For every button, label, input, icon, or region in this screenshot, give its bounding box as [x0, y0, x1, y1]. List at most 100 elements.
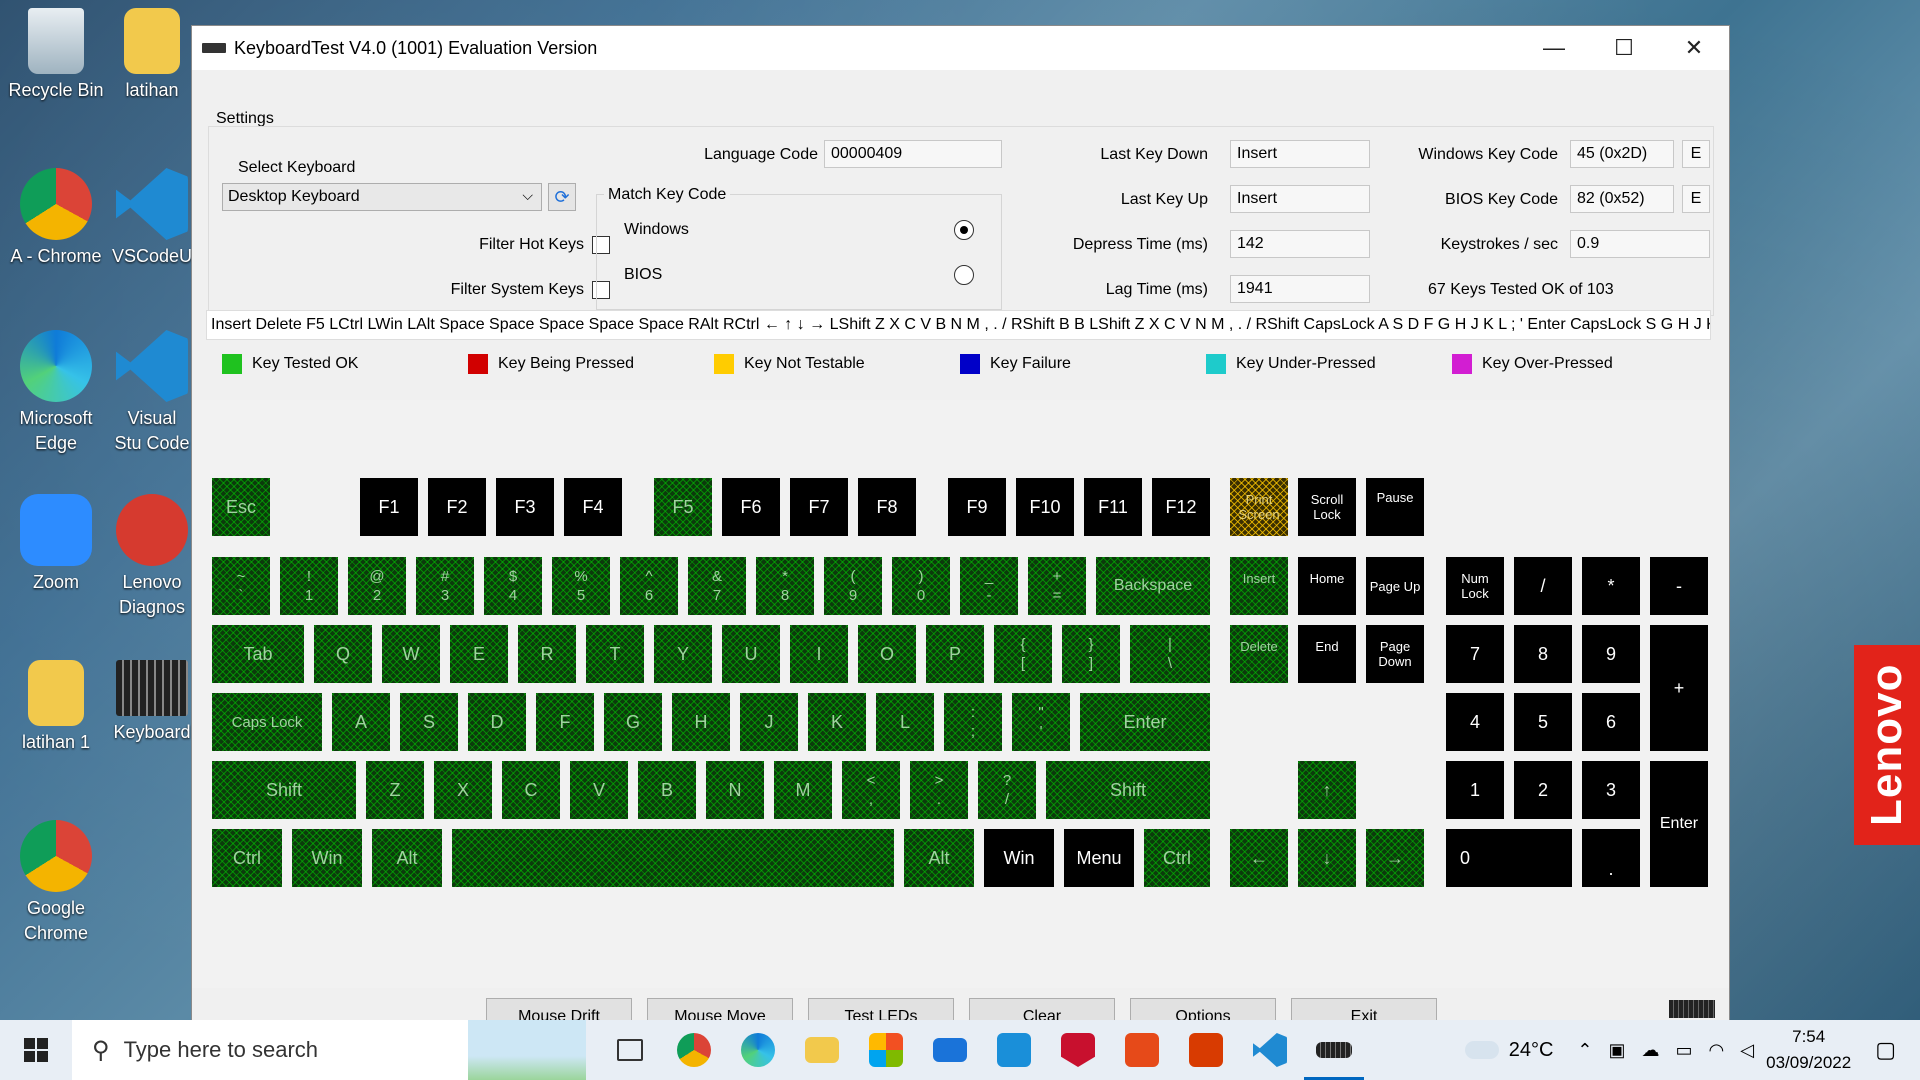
key-f2: F2	[428, 478, 486, 536]
weather-temperature[interactable]: 24°C	[1509, 1039, 1554, 1062]
taskbar-lenovo-vantage[interactable]	[982, 1020, 1046, 1080]
key-arrow-right: →	[1366, 829, 1424, 887]
last-key-up-field: Insert	[1230, 185, 1370, 213]
key-e: E	[450, 625, 508, 683]
language-code-field[interactable]: 00000409	[824, 140, 1002, 168]
keyboard-select[interactable]: Desktop Keyboard ⌵	[222, 183, 542, 211]
onedrive-icon[interactable]: ☁	[1642, 1040, 1660, 1061]
chevron-up-icon[interactable]: ⌃	[1577, 1040, 1592, 1061]
taskbar-office[interactable]	[1110, 1020, 1174, 1080]
vscode-icon	[116, 330, 188, 402]
bios-key-code-label: BIOS Key Code	[1445, 191, 1558, 208]
legend-label: Key Over-Pressed	[1482, 355, 1613, 372]
vscode-studio-icon[interactable]: Visual Stu Code	[112, 330, 192, 456]
system-tray: 24°C ⌃ ▣ ☁ ▭ ◠ ◁ 7:54 03/09/2022 ▢	[1464, 1020, 1920, 1080]
close-button[interactable]: ✕	[1659, 26, 1729, 70]
key-shift-char: }	[1088, 636, 1094, 653]
edge-icon	[20, 330, 92, 402]
bios-key-code-field: 82 (0x52)	[1570, 185, 1674, 213]
notifications-icon[interactable]: ▢	[1875, 1037, 1896, 1063]
google-chrome-icon[interactable]: Google Chrome	[2, 820, 110, 946]
zoom-shortcut-icon[interactable]: Zoom	[2, 494, 110, 595]
key-lbracket: {[	[994, 625, 1052, 683]
taskbar-chrome[interactable]	[662, 1020, 726, 1080]
minimize-button[interactable]: —	[1519, 26, 1589, 70]
task-view-button[interactable]	[598, 1020, 662, 1080]
key-kp-minus: -	[1650, 557, 1708, 615]
key-8: * 8	[756, 557, 814, 615]
match-key-code-group	[596, 194, 1002, 310]
taskbar-vscode[interactable]	[1238, 1020, 1302, 1080]
key-kp-8: 8	[1514, 625, 1572, 683]
key-shift-char: +	[1052, 568, 1062, 585]
settings-panel: Settings Select Keyboard Desktop Keyboar…	[208, 86, 1714, 316]
key-f10: F10	[1016, 478, 1074, 536]
maximize-button[interactable]: ☐	[1589, 26, 1659, 70]
key-f8: F8	[858, 478, 916, 536]
key-insert: Insert	[1230, 557, 1288, 615]
recycle-bin-icon[interactable]: Recycle Bin	[2, 8, 110, 103]
chrome-profile-icon[interactable]: A - Chrome	[2, 168, 110, 269]
key-esc: Esc	[212, 478, 270, 536]
legend-swatch	[960, 354, 980, 374]
key-char: -	[986, 587, 992, 604]
key-f7: F7	[790, 478, 848, 536]
taskbar-keyboardtest[interactable]	[1302, 1020, 1366, 1080]
desktop-icon-label: Keyboard	[113, 722, 191, 742]
windows-radio[interactable]	[954, 220, 974, 240]
lenovo-diagnostics-icon[interactable]: Lenovo Diagnos	[112, 494, 192, 620]
keyboardtest-window: KeyboardTest V4.0 (1001) Evaluation Vers…	[191, 25, 1730, 1025]
key-kp-7: 7	[1446, 625, 1504, 683]
key-char: [	[1020, 655, 1026, 672]
lenovo-vantage-icon	[997, 1033, 1031, 1067]
battery-icon[interactable]: ▭	[1676, 1040, 1693, 1061]
office-icon	[1125, 1033, 1159, 1067]
key-m: M	[774, 761, 832, 819]
key-shift-char: ^	[645, 568, 653, 585]
vscode-shortcut-icon[interactable]: VSCodeU	[112, 168, 192, 269]
key-quote: " '	[1012, 693, 1070, 751]
bios-radio[interactable]	[954, 265, 974, 285]
bios-key-code-e-button[interactable]: E	[1682, 185, 1710, 213]
key-history-log: Insert Delete F5 LCtrl LWin LAlt Space S…	[206, 310, 1711, 340]
taskbar-mcafee[interactable]	[1046, 1020, 1110, 1080]
taskbar-file-explorer[interactable]	[790, 1020, 854, 1080]
key-shift-char: %	[574, 568, 588, 585]
clock[interactable]: 7:54 03/09/2022	[1766, 1024, 1851, 1076]
key-shift-char: :	[970, 704, 976, 721]
legend-label: Key Being Pressed	[498, 355, 635, 372]
lenovo-logo: Lenovo	[1854, 645, 1920, 845]
vscode-icon	[1253, 1033, 1287, 1067]
last-key-down-field: Insert	[1230, 140, 1370, 168]
key-kp-enter: Enter	[1650, 761, 1708, 887]
key-char: 3	[440, 587, 450, 604]
key-g: G	[604, 693, 662, 751]
tested-summary: 67 Keys Tested OK of 103	[1428, 281, 1614, 298]
keyboard-shortcut-icon[interactable]: Keyboard	[112, 660, 192, 745]
taskbar-office-2[interactable]	[1174, 1020, 1238, 1080]
start-button[interactable]	[0, 1020, 72, 1080]
desktop-icon-label: VSCodeU	[112, 246, 192, 266]
taskbar-store[interactable]	[854, 1020, 918, 1080]
key-h: H	[672, 693, 730, 751]
key-right-win: Win	[984, 829, 1054, 887]
key-char: 7	[712, 587, 722, 604]
key-5: % 5	[552, 557, 610, 615]
meet-now-icon[interactable]: ▣	[1609, 1040, 1626, 1061]
volume-icon[interactable]: ◁	[1740, 1040, 1754, 1061]
taskbar-mail[interactable]	[918, 1020, 982, 1080]
taskbar-search[interactable]: ⚲ Type here to search	[72, 1020, 586, 1080]
key-kp-9: 9	[1582, 625, 1640, 683]
latihan-folder-icon[interactable]: latihan	[112, 8, 192, 103]
chrome-icon	[677, 1033, 711, 1067]
search-highlight-image	[468, 1020, 586, 1080]
taskbar-edge[interactable]	[726, 1020, 790, 1080]
desktop-icon-label: Microsoft Edge	[19, 408, 93, 453]
windows-key-code-e-button[interactable]: E	[1682, 140, 1710, 168]
edge-shortcut-icon[interactable]: Microsoft Edge	[2, 330, 110, 456]
latihan1-folder-icon[interactable]: latihan 1	[2, 660, 110, 755]
key-shift-char: $	[508, 568, 518, 585]
wifi-icon[interactable]: ◠	[1709, 1040, 1725, 1061]
refresh-icon[interactable]: ⟳	[548, 183, 576, 211]
key-4: $4	[484, 557, 542, 615]
